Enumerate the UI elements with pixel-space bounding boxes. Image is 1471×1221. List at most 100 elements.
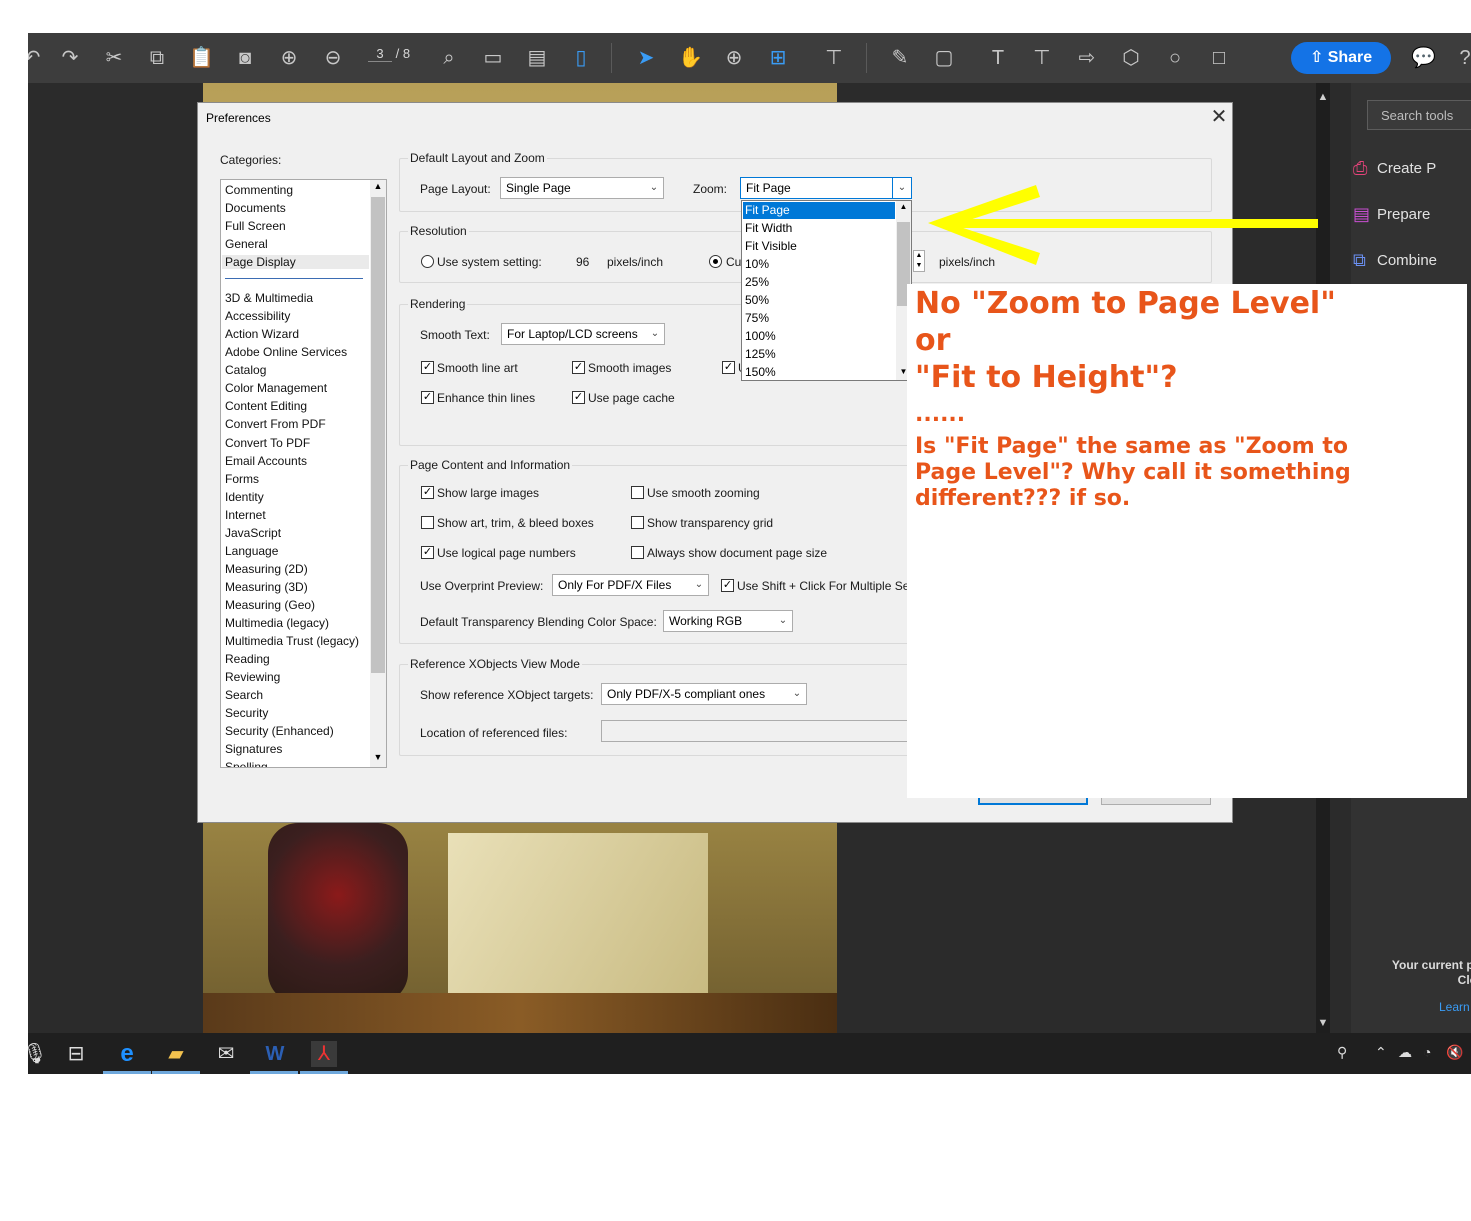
cortana-mic-icon[interactable]: 🎙 — [28, 1041, 48, 1067]
shift-click-checkbox[interactable]: ✓ — [721, 579, 734, 592]
textbox-icon[interactable]: ⊤ — [1030, 46, 1054, 70]
category-item[interactable]: Signatures — [225, 742, 282, 756]
zoom-option[interactable]: 10% — [743, 256, 895, 273]
wifi-icon[interactable]: ◔ — [1423, 1044, 1431, 1060]
category-item[interactable]: Commenting — [225, 183, 293, 197]
category-item[interactable]: JavaScript — [225, 526, 281, 540]
zoom-option[interactable]: 50% — [743, 292, 895, 309]
category-item[interactable]: Multimedia (legacy) — [225, 616, 329, 630]
scroll-up-icon[interactable]: ▲ — [1316, 91, 1330, 103]
overprint-select[interactable]: Only For PDF/X Files ⌄ — [552, 574, 709, 596]
chevron-up-icon[interactable]: ▲ — [896, 202, 911, 211]
smooth-zooming-checkbox[interactable] — [631, 486, 644, 499]
category-item[interactable]: Content Editing — [225, 399, 307, 413]
smooth-line-art-checkbox[interactable]: ✓ — [421, 361, 434, 374]
category-item[interactable]: Security — [225, 706, 268, 720]
category-item[interactable]: Spelling — [225, 760, 268, 767]
stamp-icon[interactable]: ⊤ — [822, 46, 846, 70]
category-item[interactable]: Action Wizard — [225, 327, 299, 341]
category-item[interactable]: Measuring (2D) — [225, 562, 308, 576]
category-item[interactable]: 3D & Multimedia — [225, 291, 313, 305]
category-item[interactable]: Accessibility — [225, 309, 290, 323]
hand-icon[interactable]: ✋ — [678, 46, 703, 70]
onedrive-icon[interactable]: ☁ — [1398, 1044, 1412, 1061]
zoom-option[interactable]: 25% — [743, 274, 895, 291]
task-view-icon[interactable]: ⊟ — [63, 1041, 89, 1067]
highlight-icon[interactable]: ✎ — [888, 46, 912, 70]
polygon-icon[interactable]: ⬡ — [1119, 46, 1143, 70]
category-item[interactable]: Measuring (Geo) — [225, 598, 315, 612]
page-icon[interactable]: ▯ — [569, 46, 593, 70]
select-icon[interactable]: ➤ — [634, 46, 658, 70]
share-button[interactable]: ⇧ Share — [1291, 42, 1391, 74]
category-item[interactable]: Documents — [225, 201, 286, 215]
chevron-up-icon[interactable]: ▲ — [370, 181, 386, 191]
marquee-zoom-icon[interactable]: ⌕ — [437, 46, 461, 70]
chevron-up-icon[interactable]: ⌃ — [1375, 1044, 1387, 1061]
category-item[interactable]: Security (Enhanced) — [225, 724, 334, 738]
mail-icon[interactable]: ✉ — [213, 1041, 239, 1067]
circle-icon[interactable]: ○ — [1163, 46, 1187, 70]
art-trim-bleed-checkbox[interactable] — [421, 516, 434, 529]
learn-link[interactable]: Learn — [1439, 1000, 1470, 1014]
enhance-thin-lines-checkbox[interactable]: ✓ — [421, 391, 434, 404]
category-item[interactable]: Search — [225, 688, 263, 702]
blend-space-select[interactable]: Working RGB ⌄ — [663, 610, 793, 632]
category-item[interactable]: Catalog — [225, 363, 266, 377]
paste-icon[interactable]: 📋 — [189, 46, 214, 70]
scroll-down-icon[interactable]: ▼ — [1316, 1017, 1330, 1029]
zoom-option[interactable]: Fit Visible — [743, 238, 895, 255]
hw-acceleration-checkbox[interactable]: ✓ — [722, 361, 735, 374]
next-page-icon[interactable]: ⊖ — [321, 46, 345, 70]
category-item[interactable]: General — [225, 237, 268, 251]
zoom-option[interactable]: 125% — [743, 346, 895, 363]
xobject-targets-select[interactable]: Only PDF/X-5 compliant ones ⌄ — [601, 683, 807, 705]
tool-combine-files[interactable]: ⧉ Combine — [1353, 250, 1437, 270]
arrow-shape-icon[interactable]: ⇨ — [1075, 46, 1099, 70]
zoom-select[interactable]: Fit Page ⌄ — [740, 177, 912, 199]
fit-width-icon[interactable]: ▭ — [481, 46, 505, 70]
category-item[interactable]: Full Screen — [225, 219, 286, 233]
add-file-icon[interactable]: ▢ — [932, 46, 956, 70]
help-icon[interactable]: ? — [1453, 46, 1471, 70]
category-item[interactable]: Convert From PDF — [225, 417, 326, 431]
word-icon[interactable]: W — [262, 1041, 288, 1067]
zoom-option[interactable]: 75% — [743, 310, 895, 327]
page-current[interactable]: 3 — [368, 46, 392, 62]
edge-icon[interactable]: e — [114, 1041, 140, 1067]
category-item-selected[interactable]: Page Display — [222, 255, 369, 269]
file-explorer-icon[interactable]: ▰ — [163, 1041, 189, 1067]
copy-icon[interactable]: ⧉ — [145, 46, 169, 70]
rectangle-icon[interactable]: □ — [1207, 46, 1231, 70]
search-tools-input[interactable]: Search tools — [1367, 100, 1471, 130]
zoom-option[interactable]: 100% — [743, 328, 895, 345]
tool-prepare-form[interactable]: ▤ Prepare — [1353, 204, 1430, 224]
smooth-images-checkbox[interactable]: ✓ — [572, 361, 585, 374]
category-item[interactable]: Reviewing — [225, 670, 280, 684]
redo-icon[interactable]: ↷ — [58, 46, 82, 70]
acrobat-icon[interactable]: ⅄ — [311, 1041, 337, 1067]
tool-create-pdf[interactable]: ⎙ Create P — [1353, 158, 1436, 178]
image-icon[interactable]: ▤ — [525, 46, 549, 70]
category-item[interactable]: Identity — [225, 490, 264, 504]
cut-icon[interactable]: ✂ — [102, 46, 126, 70]
comment-icon[interactable]: 💬 — [1411, 46, 1436, 70]
undo-icon[interactable]: ↶ — [28, 46, 44, 70]
dpi-spinner[interactable]: ▲ ▼ — [913, 250, 925, 272]
category-item[interactable]: Internet — [225, 508, 266, 522]
show-large-images-checkbox[interactable]: ✓ — [421, 486, 434, 499]
text-icon[interactable]: T — [986, 46, 1010, 70]
page-indicator[interactable]: 3 / 8 — [368, 46, 410, 62]
category-item[interactable]: Adobe Online Services — [225, 345, 347, 359]
zoom-menu-icon[interactable]: ⊞ — [766, 46, 790, 70]
people-icon[interactable]: ⚲ — [1337, 1044, 1347, 1061]
category-item[interactable]: Multimedia Trust (legacy) — [225, 634, 359, 648]
zoom-option[interactable]: 150% — [743, 364, 895, 380]
use-page-cache-checkbox[interactable]: ✓ — [572, 391, 585, 404]
categories-list[interactable]: Commenting Documents Full Screen General… — [220, 179, 387, 768]
prev-page-icon[interactable]: ⊕ — [277, 46, 301, 70]
category-item[interactable]: Reading — [225, 652, 270, 666]
transparency-grid-checkbox[interactable] — [631, 516, 644, 529]
close-icon[interactable]: ✕ — [1208, 106, 1230, 128]
snapshot-icon[interactable]: ◙ — [233, 46, 257, 70]
